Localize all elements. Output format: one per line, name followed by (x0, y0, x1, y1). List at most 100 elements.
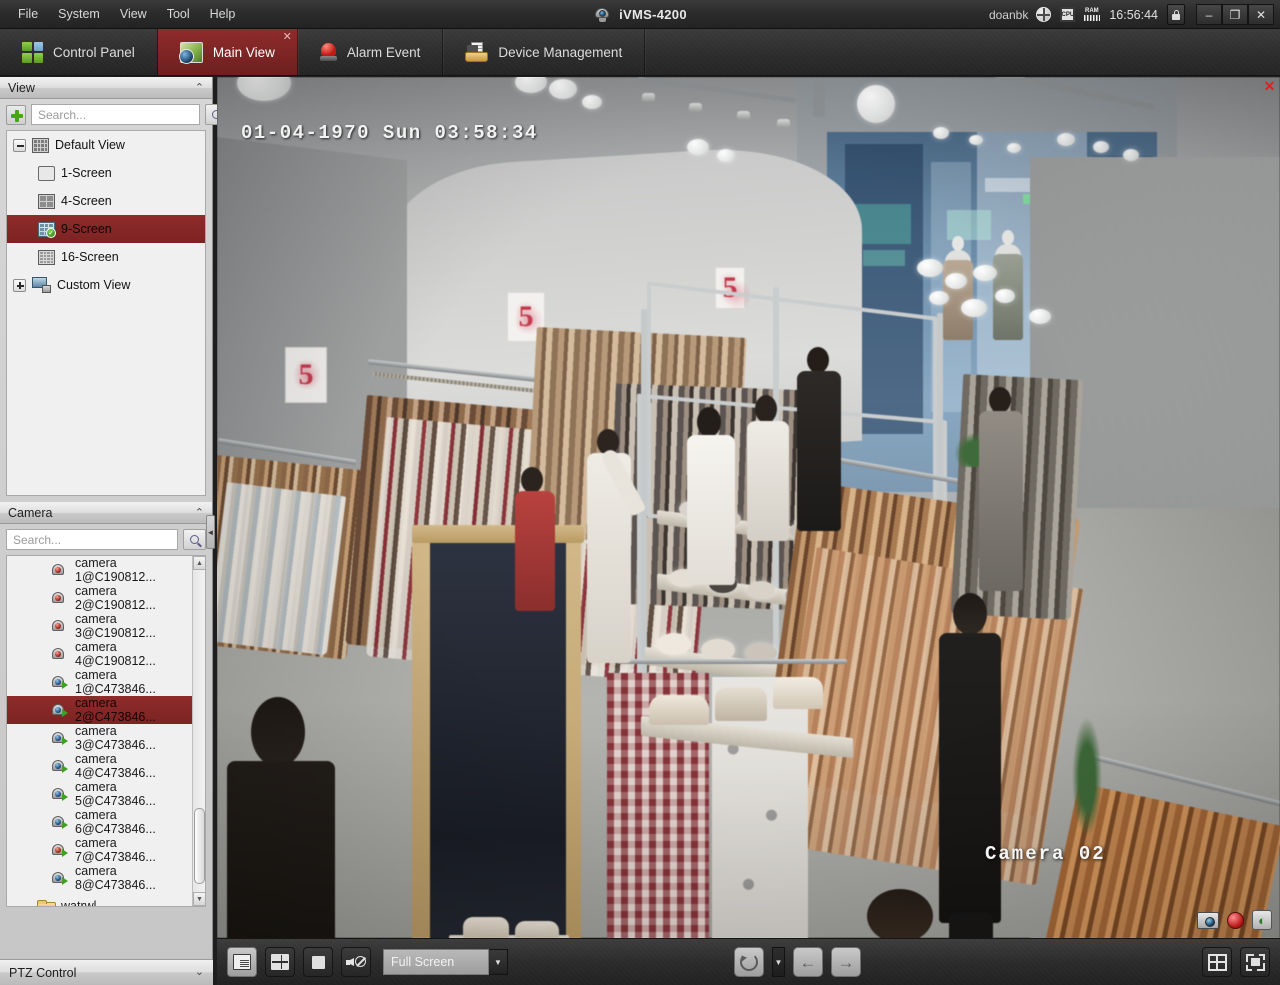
list-item-label: camera 3@C473846... (75, 724, 192, 752)
list-item[interactable]: watrwl (7, 892, 192, 906)
live-view-window[interactable]: 5 5 5 (217, 77, 1280, 938)
auto-switch-button[interactable] (734, 947, 764, 977)
list-item[interactable]: camera 7@C473846... (7, 836, 192, 864)
mute-button[interactable] (341, 947, 371, 977)
title-bar-right-group: doanbk CPU RAM 16:56:44 – ❐ ✕ (989, 0, 1280, 29)
ram-usage-icon[interactable]: RAM (1083, 6, 1100, 23)
close-window-button[interactable]: ✕ (1248, 4, 1274, 25)
tree-item-1-screen[interactable]: 1-Screen (7, 159, 205, 187)
save-view-button[interactable] (227, 947, 257, 977)
list-item[interactable]: camera 4@C190812... (7, 640, 192, 668)
camera-offline-icon (51, 591, 68, 605)
view-search-input[interactable] (31, 104, 200, 125)
view-panel-title: View (8, 81, 35, 95)
minimize-button[interactable]: – (1196, 4, 1222, 25)
camera-online-icon (51, 759, 68, 773)
add-view-button[interactable] (6, 105, 26, 125)
list-item[interactable]: camera 3@C473846... (7, 724, 192, 752)
menu-file[interactable]: File (8, 3, 48, 25)
sidebar-collapse-handle[interactable]: ◄ (206, 515, 215, 549)
list-item-label: watrwl (61, 899, 96, 906)
tree-item-9-screen[interactable]: ✓ 9-Screen (7, 215, 205, 243)
camera-search-input[interactable] (6, 529, 178, 550)
window-division-icon (271, 954, 289, 970)
scroll-down-button[interactable]: ▼ (193, 892, 206, 906)
view-panel-collapse-icon[interactable]: ⌃ (195, 83, 204, 94)
camera-panel-title: Camera (8, 506, 52, 520)
scene-render: 5 5 5 (217, 77, 1280, 938)
view-panel-header[interactable]: View ⌃ (0, 77, 212, 99)
menu-system[interactable]: System (48, 3, 110, 25)
mute-icon (346, 955, 366, 970)
close-live-view-icon[interactable]: ✕ (1263, 80, 1276, 93)
camera-list-scrollbar[interactable]: ▲ ▼ (192, 556, 205, 906)
camera-list: camera 1@C190812... camera 2@C190812... … (7, 556, 192, 906)
menu-view[interactable]: View (110, 3, 157, 25)
app-title: iVMS-4200 (619, 7, 687, 22)
tab-main-view-close-icon[interactable]: ✕ (283, 32, 292, 43)
expander-plus-icon[interactable] (13, 279, 26, 292)
menu-help[interactable]: Help (200, 3, 246, 25)
ptz-control-panel-header[interactable]: PTZ Control ⌄ (0, 959, 213, 985)
window-division-button[interactable] (265, 947, 295, 977)
list-item[interactable]: camera 4@C473846... (7, 752, 192, 780)
camera-online-icon (51, 871, 68, 885)
stop-all-live-view-button[interactable] (303, 947, 333, 977)
menu-tool[interactable]: Tool (157, 3, 200, 25)
list-item[interactable]: camera 5@C473846... (7, 780, 192, 808)
expander-minus-icon[interactable] (13, 139, 26, 152)
lock-screen-button[interactable] (1167, 4, 1185, 25)
screen-mode-select[interactable]: Full Screen ▼ (383, 949, 508, 975)
camera-search-button[interactable] (183, 529, 206, 550)
scrollbar-thumb[interactable] (194, 808, 205, 884)
ptz-panel-expand-icon[interactable]: ⌄ (195, 967, 204, 978)
tab-main-view[interactable]: Main View ✕ (158, 29, 298, 75)
maximize-restore-button[interactable]: ❐ (1222, 4, 1248, 25)
next-page-button[interactable]: → (831, 947, 861, 977)
tree-item-custom-view[interactable]: Custom View (7, 271, 205, 299)
list-item[interactable]: camera 6@C473846... (7, 808, 192, 836)
ivms-application-window: File System View Tool Help iVMS-4200 doa… (0, 0, 1280, 985)
record-icon[interactable] (1227, 912, 1244, 929)
camera-panel-header[interactable]: Camera ⌃ (0, 502, 212, 524)
chevron-down-icon[interactable]: ▼ (489, 949, 508, 975)
scroll-up-button[interactable]: ▲ (193, 556, 206, 570)
list-item[interactable]: camera 1@C473846... (7, 668, 192, 696)
network-globe-icon[interactable] (1035, 6, 1052, 23)
wall-sign-5: 5 (285, 347, 327, 403)
screen-mode-value[interactable]: Full Screen (383, 949, 489, 975)
camera-offline-icon (51, 843, 68, 857)
tab-main-view-label: Main View (213, 45, 275, 60)
search-icon (190, 535, 199, 544)
ptz-icon[interactable]: ◐ (1252, 910, 1272, 930)
control-panel-icon (22, 42, 43, 63)
camera-online-icon (51, 703, 68, 717)
tab-alarm-event[interactable]: Alarm Event (298, 29, 444, 75)
window-controls: – ❐ ✕ (1196, 4, 1274, 25)
video-osd-camera-name: Camera 02 (985, 843, 1106, 865)
tree-item-4-screen[interactable]: 4-Screen (7, 187, 205, 215)
arrow-right-icon: → (838, 954, 855, 971)
list-item[interactable]: camera 2@C473846... (7, 696, 192, 724)
main-view-icon (180, 42, 203, 63)
previous-page-button[interactable]: ← (793, 947, 823, 977)
tree-item-16-screen[interactable]: 16-Screen (7, 243, 205, 271)
list-item[interactable]: camera 8@C473846... (7, 864, 192, 892)
tab-control-panel[interactable]: Control Panel (0, 29, 158, 75)
window-division-select-button[interactable] (1202, 947, 1232, 977)
list-item[interactable]: camera 3@C190812... (7, 612, 192, 640)
tab-device-management[interactable]: Device Management (443, 29, 645, 75)
list-item[interactable]: camera 1@C190812... (7, 556, 192, 584)
grid-select-icon (1208, 954, 1227, 971)
ptz-control-title: PTZ Control (9, 966, 76, 980)
view-tree: Default View 1-Screen 4-Screen ✓ 9-Scree… (6, 130, 206, 496)
video-stream-canvas: 5 5 5 (217, 77, 1280, 938)
list-item[interactable]: camera 2@C190812... (7, 584, 192, 612)
tree-item-default-view[interactable]: Default View (7, 131, 205, 159)
cpu-usage-icon[interactable]: CPU (1059, 6, 1076, 23)
auto-switch-dropdown[interactable]: ▼ (772, 947, 785, 977)
fullscreen-button[interactable] (1240, 947, 1270, 977)
list-item-label: camera 7@C473846... (75, 836, 192, 864)
camera-panel-collapse-icon[interactable]: ⌃ (195, 508, 204, 519)
capture-icon[interactable] (1197, 912, 1219, 929)
